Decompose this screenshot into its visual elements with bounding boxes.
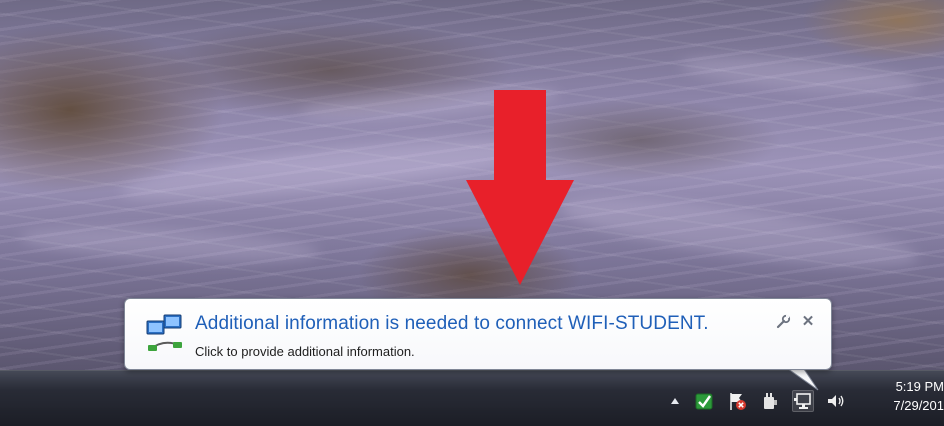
close-icon[interactable]: ✕ xyxy=(799,311,817,331)
action-center-flag-icon[interactable] xyxy=(726,390,748,412)
taskbar-clock[interactable]: 5:19 PM 7/29/201 xyxy=(878,377,944,415)
wrench-icon[interactable] xyxy=(774,313,792,331)
network-connection-icon xyxy=(146,314,182,351)
notification-area xyxy=(668,389,847,413)
green-check-shield-icon[interactable] xyxy=(693,390,715,412)
volume-icon[interactable] xyxy=(825,390,847,412)
network-icon[interactable] xyxy=(792,390,814,412)
notification-body: Click to provide additional information. xyxy=(195,344,415,359)
notification-balloon[interactable]: Additional information is needed to conn… xyxy=(124,298,832,370)
red-arrow-annotation xyxy=(466,90,574,285)
notification-title: Additional information is needed to conn… xyxy=(195,313,709,334)
show-hidden-icons-arrow[interactable] xyxy=(668,390,682,412)
clock-date: 7/29/201 xyxy=(893,398,944,413)
power-plug-icon[interactable] xyxy=(759,390,781,412)
clock-time: 5:19 PM xyxy=(895,379,944,394)
